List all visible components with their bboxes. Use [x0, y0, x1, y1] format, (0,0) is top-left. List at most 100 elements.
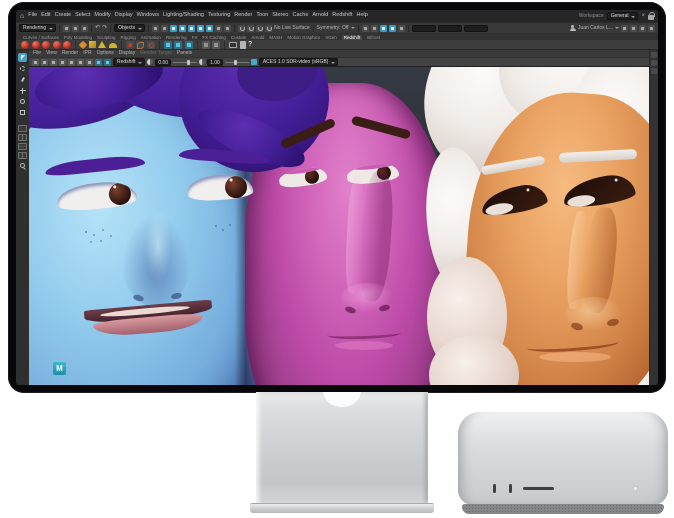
menu-set-dropdown[interactable]: Rendering [19, 24, 56, 32]
ipr-render-icon[interactable] [371, 25, 378, 32]
hypershade-icon[interactable] [389, 25, 396, 32]
rs-curve-tool-icon[interactable] [136, 41, 144, 49]
sidebar-channel-box-icon[interactable] [639, 25, 646, 32]
select-object-icon[interactable] [161, 25, 168, 32]
menu-select[interactable]: Select [75, 13, 90, 19]
select-hierarchy-icon[interactable] [152, 25, 159, 32]
rv-menu-options[interactable]: Options [97, 51, 114, 56]
shelf-tab-custom[interactable]: Custom [231, 36, 247, 41]
single-pane-layout-icon[interactable] [18, 125, 27, 132]
mask-joints-icon[interactable] [179, 25, 186, 32]
rv-snapshot-icon[interactable] [50, 59, 57, 66]
snap-point-icon[interactable] [256, 25, 263, 32]
rs-ipr-icon[interactable] [174, 41, 182, 49]
rs-ies-light-icon[interactable] [79, 40, 87, 48]
rv-rs-settings-icon[interactable] [95, 59, 102, 66]
input-field-3[interactable] [464, 25, 488, 32]
workspace-close-icon[interactable]: × [641, 13, 645, 19]
scale-tool-icon[interactable] [18, 108, 27, 117]
colorspace-dropdown[interactable]: ACES 1.0 SDR-video (sRGB) [259, 58, 339, 66]
undo-icon[interactable]: ↶ [95, 25, 100, 31]
shelf-tab-redshift[interactable]: Redshift [342, 35, 363, 41]
paint-select-tool-icon[interactable] [18, 75, 27, 84]
workspace-lock-icon[interactable] [648, 15, 654, 20]
shelf-tab-poly-modeling[interactable]: Poly Modeling [64, 36, 92, 41]
rv-menu-ipr[interactable]: IPR [83, 51, 91, 56]
maya-home-icon[interactable]: ⌂ [20, 13, 24, 20]
menu-redshift[interactable]: Redshift [332, 13, 352, 19]
rv-rgb-channels-icon[interactable] [77, 59, 84, 66]
light-editor-icon[interactable] [398, 25, 405, 32]
mask-surfaces-icon[interactable] [197, 25, 204, 32]
select-tool-icon[interactable] [18, 53, 27, 62]
menu-stereo[interactable]: Stereo [272, 13, 288, 19]
menu-cache[interactable]: Cache [292, 13, 308, 19]
input-field-2[interactable] [438, 25, 462, 32]
rs-doc-icon[interactable] [240, 41, 246, 49]
exposure-value[interactable]: 0.00 [155, 59, 171, 66]
snap-plane-icon[interactable] [265, 25, 272, 32]
shelf-tab-animation[interactable]: Animation [141, 36, 161, 41]
gamma-icon[interactable] [199, 59, 205, 65]
rs-monitor-icon[interactable] [229, 42, 237, 48]
rv-menu-view[interactable]: View [46, 51, 57, 56]
rs-material-sphere-icon[interactable] [32, 41, 40, 49]
redo-icon[interactable]: ↷ [102, 25, 107, 31]
rv-menu-panels[interactable]: Panels [177, 51, 192, 56]
renderer-dropdown[interactable]: Redshift [113, 58, 145, 66]
file-open-icon[interactable] [72, 25, 79, 32]
shelf-tab-rigging[interactable]: Rigging [121, 36, 136, 41]
rs-light-icon[interactable] [126, 41, 134, 49]
mask-deformers-icon[interactable] [206, 25, 213, 32]
menu-help[interactable]: Help [356, 13, 367, 19]
rv-ipr-icon[interactable] [41, 59, 48, 66]
menu-texturing[interactable]: Texturing [208, 13, 230, 19]
rv-remove-image-icon[interactable] [68, 59, 75, 66]
file-new-icon[interactable] [63, 25, 70, 32]
mask-rendering-icon[interactable] [224, 25, 231, 32]
menu-render[interactable]: Render [234, 13, 252, 19]
rs-dome-light-icon[interactable] [109, 43, 117, 48]
rotate-tool-icon[interactable] [18, 97, 27, 106]
mask-curves-icon[interactable] [188, 25, 195, 32]
rs-material-sphere-icon[interactable] [42, 41, 50, 49]
rv-keep-image-icon[interactable] [59, 59, 66, 66]
rv-menu-render[interactable]: Render [62, 51, 78, 56]
menu-edit[interactable]: Edit [41, 13, 50, 19]
sidebar-tool-settings-icon[interactable] [630, 25, 637, 32]
rs-render-view-icon[interactable] [164, 41, 172, 49]
shelf-tab-rendering[interactable]: Rendering [166, 36, 187, 41]
exposure-icon[interactable] [147, 59, 153, 65]
menu-create[interactable]: Create [55, 13, 72, 19]
shelf-tab-fx-caching[interactable]: FX Caching [202, 36, 226, 41]
exposure-slider[interactable] [173, 62, 197, 63]
rs-light-ring-icon[interactable] [147, 41, 155, 49]
sidebar-modeling-toolkit-icon[interactable] [648, 25, 655, 32]
rv-alpha-channel-icon[interactable] [86, 59, 93, 66]
menu-arnold[interactable]: Arnold [312, 13, 328, 19]
menu-windows[interactable]: Windows [137, 13, 159, 19]
rv-rs-ipr-icon[interactable] [104, 59, 111, 66]
gamma-slider[interactable] [225, 62, 249, 63]
move-tool-icon[interactable] [18, 86, 27, 95]
rv-menu-display[interactable]: Display [119, 51, 135, 56]
menu-display[interactable]: Display [115, 13, 133, 19]
account-menu[interactable]: Juan Carlos L... [570, 25, 619, 32]
menu-file[interactable]: File [28, 13, 37, 19]
zoom-layout-icon[interactable] [18, 161, 27, 170]
rs-render-settings-icon[interactable] [185, 41, 193, 49]
rs-material-sphere-icon[interactable] [63, 41, 71, 49]
shelf-tab-mash[interactable]: MASH [269, 36, 282, 41]
input-field-1[interactable] [412, 25, 436, 32]
workspace-dropdown[interactable]: General [607, 12, 639, 20]
color-managed-checkbox[interactable] [251, 59, 257, 65]
render-frame-icon[interactable] [362, 25, 369, 32]
rs-help-icon[interactable]: ? [248, 41, 252, 48]
attribute-editor-tab-icon[interactable] [651, 52, 657, 58]
shelf-tab-sculpting[interactable]: Sculpting [97, 36, 116, 41]
tool-settings-tab-icon[interactable] [651, 60, 657, 66]
rv-menu-file[interactable]: File [33, 51, 41, 56]
shelf-tab-arnold[interactable]: Arnold [251, 36, 264, 41]
snap-grid-icon[interactable] [238, 25, 245, 32]
menu-modify[interactable]: Modify [94, 13, 110, 19]
